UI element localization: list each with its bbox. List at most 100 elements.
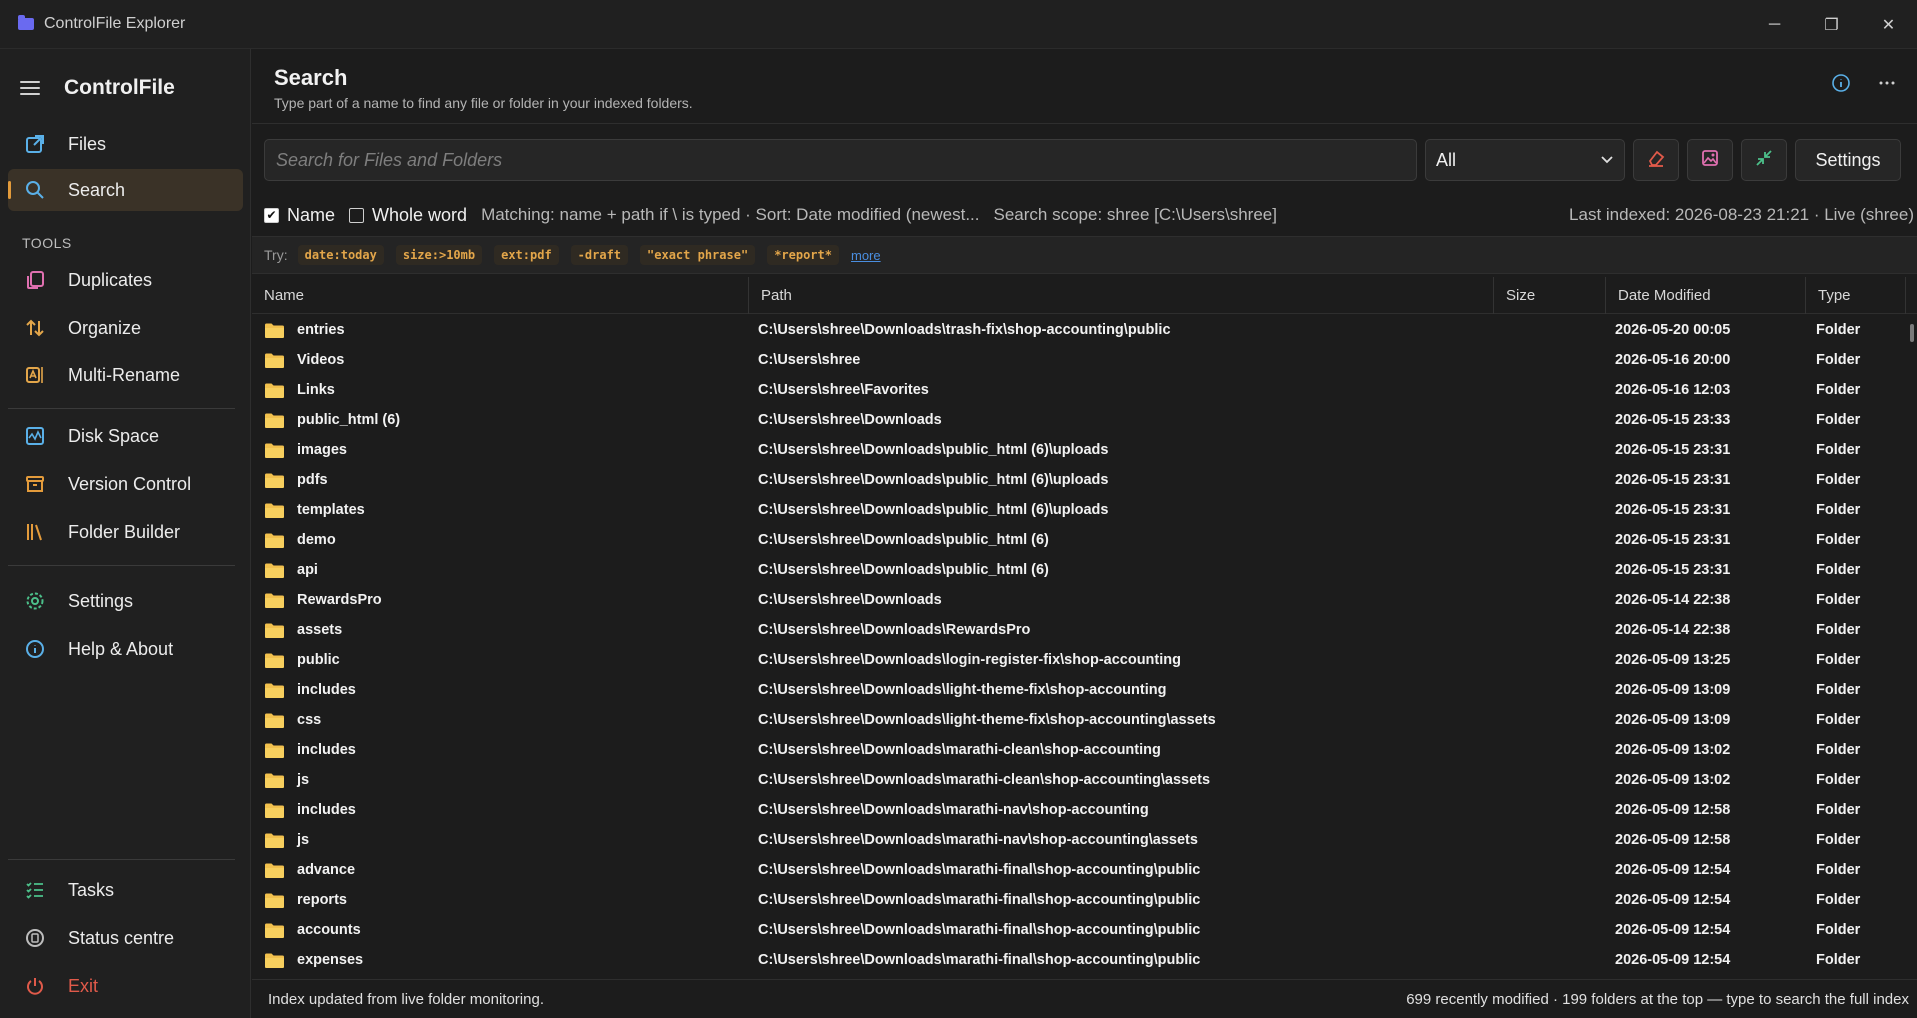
sidebar-header: ControlFile bbox=[0, 49, 250, 127]
table-row[interactable]: api C:\Users\shree\Downloads\public_html … bbox=[252, 555, 1917, 585]
sidebar-item-files[interactable]: Files bbox=[8, 123, 243, 165]
column-header-path[interactable]: Path bbox=[749, 276, 1494, 314]
column-header-name[interactable]: Name bbox=[252, 276, 749, 314]
cell-name: Videos bbox=[252, 352, 749, 369]
cell-date-modified: 2026-05-09 12:58 bbox=[1615, 802, 1731, 818]
column-header-date-modified[interactable]: Date Modified bbox=[1606, 276, 1806, 314]
file-name: Videos bbox=[297, 352, 345, 368]
hint-chip[interactable]: -draft bbox=[570, 245, 629, 265]
hamburger-menu-icon[interactable] bbox=[20, 81, 40, 95]
sidebar-item-duplicates[interactable]: Duplicates bbox=[8, 259, 243, 301]
table-row[interactable]: assets C:\Users\shree\Downloads\RewardsPr… bbox=[252, 615, 1917, 645]
more-hints-link[interactable]: more bbox=[851, 248, 881, 263]
cell-date-modified: 2026-05-09 12:54 bbox=[1615, 862, 1731, 878]
file-name: api bbox=[297, 562, 318, 578]
file-name: includes bbox=[297, 682, 356, 698]
table-row[interactable]: RewardsPro C:\Users\shree\Downloads 2026-0… bbox=[252, 585, 1917, 615]
whole-word-checkbox[interactable]: Whole word bbox=[349, 205, 467, 226]
table-row[interactable]: includes C:\Users\shree\Downloads\marathi… bbox=[252, 795, 1917, 825]
restore-button[interactable]: ❐ bbox=[1803, 0, 1860, 49]
sidebar-item-label: Help & About bbox=[68, 638, 174, 659]
file-name: accounts bbox=[297, 922, 361, 938]
table-row[interactable]: public_html (6) C:\Users\shree\Downloads 2… bbox=[252, 405, 1917, 435]
hint-chip[interactable]: ext:pdf bbox=[494, 245, 559, 265]
collapse-button[interactable] bbox=[1741, 139, 1787, 181]
sidebar-item-multi-rename[interactable]: Multi-Rename bbox=[8, 354, 243, 396]
table-row[interactable]: templates C:\Users\shree\Downloads\public… bbox=[252, 495, 1917, 525]
table-row[interactable]: Links C:\Users\shree\Favorites 2026-05-16 … bbox=[252, 375, 1917, 405]
table-row[interactable]: css C:\Users\shree\Downloads\light-theme-… bbox=[252, 705, 1917, 735]
cell-name: entries bbox=[252, 322, 749, 339]
minimize-button[interactable]: ─ bbox=[1746, 0, 1803, 49]
column-header-size[interactable]: Size bbox=[1494, 276, 1606, 314]
name-checkbox-box[interactable]: ✔ bbox=[264, 207, 279, 223]
scrollbar-thumb[interactable] bbox=[1910, 324, 1914, 342]
cell-type: Folder bbox=[1816, 442, 1861, 458]
table-row[interactable]: accounts C:\Users\shree\Downloads\marathi… bbox=[252, 915, 1917, 945]
sidebar-item-organize[interactable]: Organize bbox=[8, 307, 243, 349]
cell-type: Folder bbox=[1816, 382, 1861, 398]
cell-type: Folder bbox=[1816, 952, 1861, 968]
table-row[interactable]: Videos C:\Users\shree 2026-05-16 20:00 Fold… bbox=[252, 345, 1917, 375]
last-indexed: Last indexed: 2026-08-23 21:21 · Live (s… bbox=[1569, 205, 1914, 224]
search-box bbox=[264, 139, 1417, 181]
sidebar-item-exit[interactable]: Exit bbox=[8, 965, 243, 1007]
settings-button[interactable]: Settings bbox=[1795, 139, 1901, 181]
brand-title: ControlFile bbox=[64, 76, 175, 99]
sidebar-item-version-control[interactable]: Version Control bbox=[8, 463, 243, 505]
info-icon[interactable] bbox=[1831, 73, 1851, 98]
status-bar: Index updated from live folder monitorin… bbox=[252, 979, 1917, 1018]
table-row[interactable]: advance C:\Users\shree\Downloads\marathi-… bbox=[252, 855, 1917, 885]
table-row[interactable]: includes C:\Users\shree\Downloads\light-t… bbox=[252, 675, 1917, 705]
clear-search-button[interactable] bbox=[1633, 139, 1679, 181]
table-row[interactable]: expenses C:\Users\shree\Downloads\marathi… bbox=[252, 945, 1917, 975]
cell-path: C:\Users\shree\Downloads\light-theme-fix… bbox=[758, 712, 1216, 728]
more-options-icon[interactable] bbox=[1877, 73, 1897, 98]
sidebar-item-disk-space[interactable]: Disk Space bbox=[8, 415, 243, 457]
table-row[interactable]: js C:\Users\shree\Downloads\marathi-clean… bbox=[252, 765, 1917, 795]
hint-chip[interactable]: size:>10mb bbox=[395, 245, 483, 265]
cell-type: Folder bbox=[1816, 502, 1861, 518]
hint-chip[interactable]: date:today bbox=[297, 245, 384, 265]
cell-date-modified: 2026-05-09 13:02 bbox=[1615, 772, 1731, 788]
cell-path: C:\Users\shree\Downloads\public_html (6) bbox=[758, 532, 1049, 548]
cell-path: C:\Users\shree\Downloads\marathi-final\s… bbox=[758, 862, 1201, 878]
hint-chip[interactable]: *report* bbox=[767, 245, 839, 265]
rename-icon bbox=[24, 364, 46, 386]
cell-date-modified: 2026-05-09 12:54 bbox=[1615, 922, 1731, 938]
image-preview-button[interactable] bbox=[1687, 139, 1733, 181]
table-row[interactable]: reports C:\Users\shree\Downloads\marathi-… bbox=[252, 885, 1917, 915]
info-icon bbox=[24, 638, 46, 660]
table-row[interactable]: includes C:\Users\shree\Downloads\marathi… bbox=[252, 735, 1917, 765]
table-row[interactable]: images C:\Users\shree\Downloads\public_ht… bbox=[252, 435, 1917, 465]
table-row[interactable]: demo C:\Users\shree\Downloads\public_html… bbox=[252, 525, 1917, 555]
search-input[interactable] bbox=[276, 149, 1416, 171]
table-row[interactable]: pdfs C:\Users\shree\Downloads\public_html… bbox=[252, 465, 1917, 495]
sidebar-item-label: Status centre bbox=[68, 927, 175, 948]
cell-type: Folder bbox=[1816, 352, 1861, 368]
column-header-type[interactable]: Type bbox=[1806, 276, 1906, 314]
cell-path: C:\Users\shree\Downloads\marathi-nav\sho… bbox=[758, 802, 1149, 818]
sidebar-item-search[interactable]: Search bbox=[8, 169, 243, 211]
hint-chip[interactable]: "exact phrase" bbox=[640, 245, 756, 265]
cell-path: C:\Users\shree\Downloads\marathi-clean\s… bbox=[758, 742, 1161, 758]
table-row[interactable]: public C:\Users\shree\Downloads\login-reg… bbox=[252, 645, 1917, 675]
sidebar-item-settings[interactable]: Settings bbox=[8, 580, 243, 622]
folder-icon bbox=[264, 892, 285, 909]
whole-word-checkbox-box[interactable] bbox=[349, 207, 365, 223]
filter-select[interactable]: All bbox=[1425, 139, 1625, 181]
table-row[interactable]: js C:\Users\shree\Downloads\marathi-nav\s… bbox=[252, 825, 1917, 855]
status-message: Index updated from live folder monitorin… bbox=[268, 990, 544, 1008]
name-checkbox[interactable]: ✔ Name bbox=[264, 205, 335, 226]
sidebar-item-status-centre[interactable]: Status centre bbox=[8, 917, 243, 959]
cell-name: js bbox=[252, 772, 749, 789]
cell-path: C:\Users\shree\Downloads bbox=[758, 412, 942, 428]
file-name: advance bbox=[297, 862, 356, 878]
sidebar-item-tasks[interactable]: Tasks bbox=[8, 869, 243, 911]
cell-name: pdfs bbox=[252, 472, 749, 489]
search-options: ✔ Name Whole word Matching: name + path … bbox=[264, 200, 1914, 230]
table-row[interactable]: entries C:\Users\shree\Downloads\trash-fi… bbox=[252, 315, 1917, 345]
sidebar-item-folder-builder[interactable]: Folder Builder bbox=[8, 511, 243, 553]
close-button[interactable]: ✕ bbox=[1860, 0, 1917, 49]
sidebar-item-help-about[interactable]: Help & About bbox=[8, 628, 243, 670]
